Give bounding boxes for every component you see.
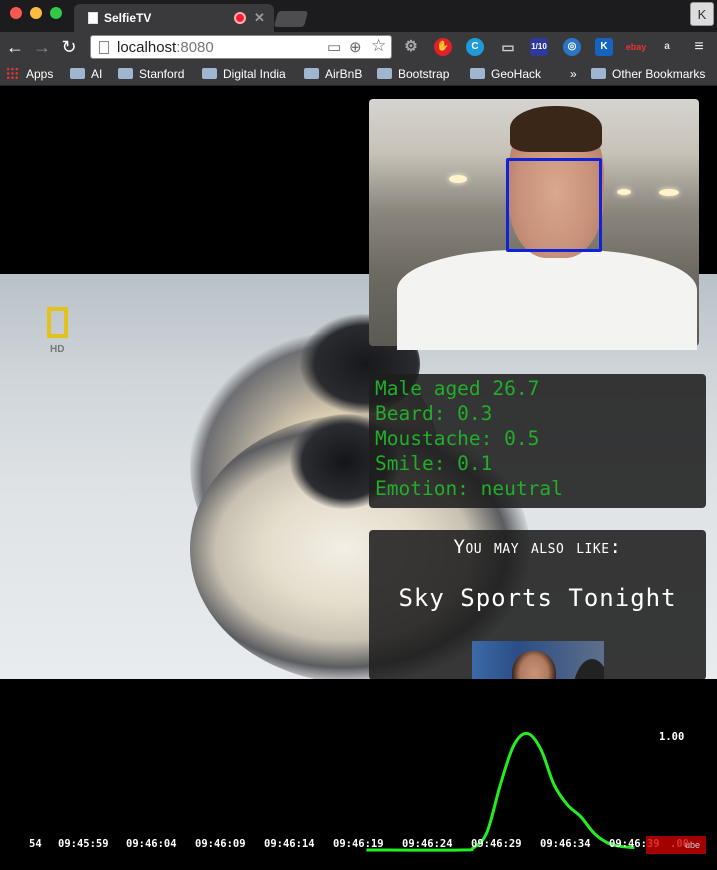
ceiling-light — [449, 175, 467, 183]
bookmarks-bar: Apps AI Stanford Digital India AirBnB Bo… — [0, 62, 717, 86]
profile-button[interactable]: K — [690, 2, 714, 26]
page-info-icon — [99, 41, 109, 54]
address-bar[interactable]: localhost:8080 ▭ ⊕ ☆ — [90, 35, 392, 59]
youtube-badge: ube — [646, 836, 706, 854]
ebay-icon[interactable]: ebay — [624, 38, 648, 56]
folder-icon — [377, 68, 392, 79]
x-tick-label: 54 — [29, 838, 42, 850]
attr-beard: Beard: 0.3 — [375, 402, 493, 425]
series-line-0 — [366, 731, 635, 852]
x-tick-label: 09:45:59 — [58, 838, 109, 850]
maximize-window-button[interactable] — [50, 7, 62, 19]
menu-icon[interactable]: ≡ — [690, 38, 708, 56]
x-tick-label: 09:46:04 — [126, 838, 177, 850]
bookmark-apps[interactable]: Apps — [6, 67, 53, 81]
close-tab-icon[interactable]: ✕ — [254, 10, 265, 26]
minimize-window-button[interactable] — [30, 7, 42, 19]
bookmark-bootstrap[interactable]: Bootstrap — [377, 67, 449, 81]
folder-icon — [591, 68, 606, 79]
bookmarks-overflow-button[interactable]: » — [570, 67, 577, 81]
calendar-icon[interactable]: 1/10 — [530, 38, 548, 56]
natgeo-logo-icon — [47, 307, 68, 338]
face-attributes-panel: Male aged 26.7 Beard: 0.3 Moustache: 0.5… — [369, 374, 706, 508]
attention-chart: 1.00 54 09:45:59 09:46:04 09:46:09 09:46:14 0… — [0, 679, 717, 870]
globe-icon[interactable]: ◎ — [563, 38, 581, 56]
folder-icon — [70, 68, 85, 79]
page-icon — [88, 12, 98, 24]
new-tab-button[interactable] — [273, 11, 309, 27]
folder-icon — [118, 68, 133, 79]
x-tick-label: 09:46:14 — [264, 838, 315, 850]
cast-icon[interactable]: ▭ — [499, 38, 517, 56]
bookmark-airbnb[interactable]: AirBnB — [304, 67, 362, 81]
attr-smile: Smile: 0.1 — [375, 452, 493, 475]
person-shirt — [397, 250, 697, 350]
tab-title: SelfieTV — [104, 11, 152, 25]
folder-icon — [470, 68, 485, 79]
recommended-show-title[interactable]: Sky Sports Tonight — [369, 584, 706, 612]
k-icon[interactable]: K — [595, 38, 613, 56]
c-icon[interactable]: C — [466, 38, 484, 56]
person-hair — [510, 106, 602, 152]
forward-arrow-icon[interactable]: → — [31, 36, 53, 58]
x-tick-label: 09:46:19 — [333, 838, 384, 850]
tab-selfietv[interactable]: SelfieTV ✕ — [74, 4, 274, 32]
bookmark-ai[interactable]: AI — [70, 67, 102, 81]
bookmark-stanford[interactable]: Stanford — [118, 67, 184, 81]
attr-gender-age: Male aged 26.7 — [375, 377, 540, 400]
apps-grid-icon — [6, 67, 19, 80]
back-arrow-icon[interactable]: ← — [4, 36, 26, 58]
amazon-icon[interactable]: a — [658, 38, 676, 56]
hd-badge: HD — [50, 344, 65, 355]
folder-icon — [304, 68, 319, 79]
ceiling-light — [659, 189, 679, 196]
stop-icon[interactable]: ✋ — [434, 38, 452, 56]
x-tick-label: 09:46:29 — [471, 838, 522, 850]
bookmark-other[interactable]: Other Bookmarks — [591, 67, 705, 81]
bookmark-star-icon[interactable]: ☆ — [371, 36, 386, 56]
ceiling-light — [617, 189, 631, 195]
folder-icon — [202, 68, 217, 79]
camera-icon[interactable]: ▭ — [327, 38, 341, 56]
attr-moustache: Moustache: 0.5 — [375, 427, 540, 450]
bookmark-geohack[interactable]: GeoHack — [470, 67, 541, 81]
window-titlebar: SelfieTV ✕ K — [0, 0, 717, 32]
reload-icon[interactable]: ↻ — [58, 36, 80, 58]
recording-icon — [234, 12, 246, 24]
y-max-label: 1.00 — [659, 731, 685, 743]
x-tick-label: 09:46:34 — [540, 838, 591, 850]
recommendation-heading: You may also like: — [453, 536, 622, 558]
zoom-icon[interactable]: ⊕ — [349, 38, 362, 56]
browser-toolbar: ← → ↻ localhost:8080 ▭ ⊕ ☆ ⚙ ✋ C ▭ 1/10 … — [0, 32, 717, 62]
bookmark-digital-india[interactable]: Digital India — [202, 67, 286, 81]
url-text: localhost:8080 — [117, 39, 214, 56]
close-window-button[interactable] — [10, 7, 22, 19]
x-tick-label: 09:46:09 — [195, 838, 246, 850]
gear-icon[interactable]: ⚙ — [402, 38, 420, 56]
attr-emotion: Emotion: neutral — [375, 477, 563, 500]
face-detection-box — [506, 158, 602, 252]
x-tick-label: 09:46:24 — [402, 838, 453, 850]
